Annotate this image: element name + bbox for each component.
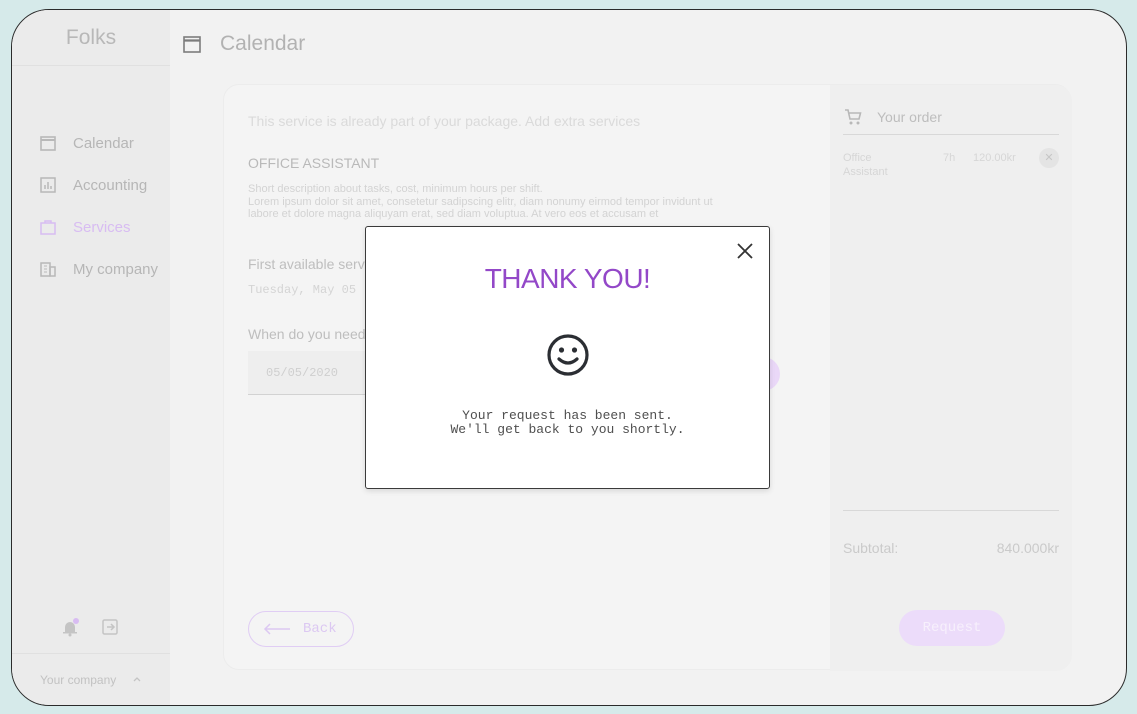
- arrow-left-icon: [263, 623, 290, 635]
- sidebar-item-services[interactable]: Services: [12, 206, 170, 248]
- service-description: Short description about tasks, cost, min…: [248, 183, 808, 221]
- sidebar-item-label: My company: [73, 260, 159, 278]
- when-label: When do you need: [248, 326, 366, 342]
- bell-icon[interactable]: [60, 617, 80, 642]
- brand-logo: Folks: [12, 10, 170, 66]
- order-line-item: Office Assistant 7h 120.00kr ✕: [843, 148, 1059, 179]
- service-desc-line: labore et dolore magna aliquyam erat, se…: [248, 208, 659, 220]
- subtotal-value: 840.000kr: [996, 540, 1059, 556]
- modal-message-line: We'll get back to you shortly.: [450, 422, 685, 437]
- sidebar-tools: [60, 617, 120, 642]
- remove-item-button[interactable]: ✕: [1039, 148, 1059, 168]
- order-item-name-line: Assistant: [843, 166, 888, 178]
- sidebar-item-label: Calendar: [73, 134, 134, 152]
- sidebar-item-calendar[interactable]: Calendar: [12, 122, 170, 164]
- company-switcher[interactable]: Your company: [12, 653, 170, 705]
- chevron-up-icon: [132, 673, 142, 687]
- service-desc-line: Short description about tasks, cost, min…: [248, 183, 543, 195]
- thank-you-modal: THANK YOU! Your request has been sent. W…: [365, 226, 770, 489]
- sidebar-item-label: Services: [73, 218, 131, 236]
- order-panel: Your order Office Assistant 7h 120.00kr …: [830, 85, 1072, 671]
- close-icon[interactable]: [735, 241, 755, 261]
- calendar-icon: [183, 36, 201, 53]
- smiley-icon: [547, 334, 589, 376]
- logout-icon[interactable]: [100, 617, 120, 642]
- order-divider: [843, 510, 1059, 511]
- building-icon: [39, 260, 57, 278]
- modal-title: THANK YOU!: [484, 263, 651, 294]
- calendar-icon: [39, 134, 57, 152]
- page-header: Calendar: [182, 32, 305, 56]
- cart-icon: [845, 108, 862, 124]
- order-item-name-line: Office: [843, 152, 872, 164]
- company-name: Your company: [40, 672, 117, 687]
- request-button[interactable]: Request: [899, 610, 1005, 646]
- sidebar-nav: Calendar Accounting Services My company: [12, 122, 170, 290]
- sidebar: Folks Calendar Accounting Services My co…: [12, 10, 170, 705]
- order-header: Your order: [843, 99, 1059, 135]
- page-title: Calendar: [220, 32, 306, 55]
- service-desc-line: Lorem ipsum dolor sit amet, consetetur s…: [248, 195, 713, 208]
- order-item-hours: 7h: [943, 152, 956, 164]
- briefcase-icon: [39, 218, 57, 236]
- service-intro: This service is already part of your pac…: [248, 113, 641, 129]
- sidebar-item-label: Accounting: [73, 176, 148, 194]
- modal-message: Your request has been sent. We'll get ba…: [366, 409, 769, 437]
- sidebar-item-accounting[interactable]: Accounting: [12, 164, 170, 206]
- order-item-name: Office Assistant: [843, 151, 943, 179]
- modal-message-line: Your request has been sent.: [462, 408, 673, 423]
- first-available-label: First available serv: [248, 256, 365, 272]
- order-item-price: 120.00kr: [973, 152, 1016, 164]
- back-label: Back: [303, 621, 337, 637]
- subtotal-label: Subtotal:: [843, 540, 899, 556]
- back-button[interactable]: Back: [248, 611, 354, 647]
- order-title: Your order: [877, 108, 942, 125]
- service-title: OFFICE ASSISTANT: [248, 155, 380, 171]
- sidebar-item-my-company[interactable]: My company: [12, 248, 170, 290]
- first-available-value: Tuesday, May 05: [248, 283, 357, 297]
- subtotal-row: Subtotal: 840.000kr: [843, 540, 1059, 556]
- bar-chart-icon: [39, 176, 57, 194]
